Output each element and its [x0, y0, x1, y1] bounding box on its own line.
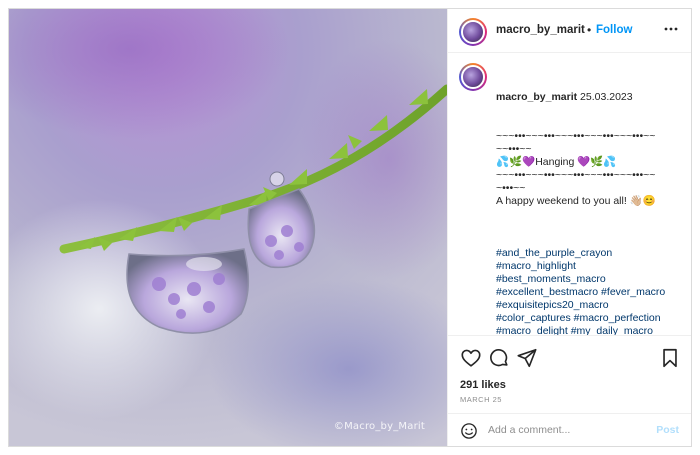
heart-icon[interactable]	[460, 347, 482, 369]
author-username[interactable]: macro_by_marit	[496, 24, 585, 36]
caption-line: ~•••~~	[496, 182, 526, 194]
hashtag-link[interactable]: #macro_delight #my_daily_macro	[496, 325, 682, 335]
post-date: MARCH 25	[460, 395, 502, 404]
caption-avatar[interactable]	[459, 63, 487, 91]
separator-dot: •	[587, 23, 592, 37]
more-options-icon[interactable]	[663, 21, 679, 37]
hashtag-link[interactable]: #excellent_bestmacro #fever_macro	[496, 286, 682, 299]
comment-input[interactable]	[488, 420, 638, 440]
caption-line: ~~~•••~~~•••~~~•••~~~•••~~~•••~~	[496, 130, 656, 142]
bookmark-icon[interactable]	[659, 347, 681, 369]
like-count[interactable]: 291 likes	[460, 379, 506, 391]
caption-line: ~~~•••~~~•••~~~•••~~~•••~~~•••~~	[496, 169, 656, 181]
comment-row: Post	[448, 413, 691, 446]
post-sidebar: macro_by_marit • Follow macro_by_marit 2…	[447, 9, 691, 446]
hashtag-link[interactable]: #color_captures #macro_perfection	[496, 312, 682, 325]
caption-username[interactable]: macro_by_marit	[496, 91, 577, 103]
hashtag-link[interactable]: #macro_highlight	[496, 260, 682, 273]
caption-date: 25.03.2023	[580, 91, 633, 103]
photo-image	[9, 9, 447, 446]
caption-line: 💦🌿💜Hanging 💜🌿💦	[496, 156, 617, 168]
emoji-icon[interactable]	[460, 422, 478, 440]
caption-text: macro_by_marit 25.03.2023 ~~~•••~~~•••~~…	[496, 65, 682, 335]
caption-area: macro_by_marit 25.03.2023 ~~~•••~~~•••~~…	[448, 53, 691, 335]
comment-icon[interactable]	[488, 347, 510, 369]
follow-button[interactable]: Follow	[596, 24, 632, 36]
post-dialog: ©Macro_by_Marit macro_by_marit • Follow …	[8, 8, 692, 447]
post-photo[interactable]: ©Macro_by_Marit	[9, 9, 447, 446]
post-header: macro_by_marit • Follow	[448, 9, 691, 53]
caption-line	[496, 208, 682, 221]
author-avatar[interactable]	[459, 18, 487, 46]
photo-watermark: ©Macro_by_Marit	[333, 421, 425, 432]
caption-line: ~~•••~~	[496, 143, 532, 155]
hashtag-link[interactable]: #best_moments_macro	[496, 273, 682, 286]
caption-line: A happy weekend to you all! 👋🏼😊	[496, 195, 656, 207]
post-comment-button[interactable]: Post	[656, 424, 679, 436]
post-actions: 291 likes MARCH 25 Post	[448, 335, 691, 446]
hashtag-link[interactable]: #and_the_purple_crayon	[496, 247, 682, 260]
share-icon[interactable]	[516, 347, 538, 369]
hashtag-link[interactable]: #exquisitepics20_macro	[496, 299, 682, 312]
